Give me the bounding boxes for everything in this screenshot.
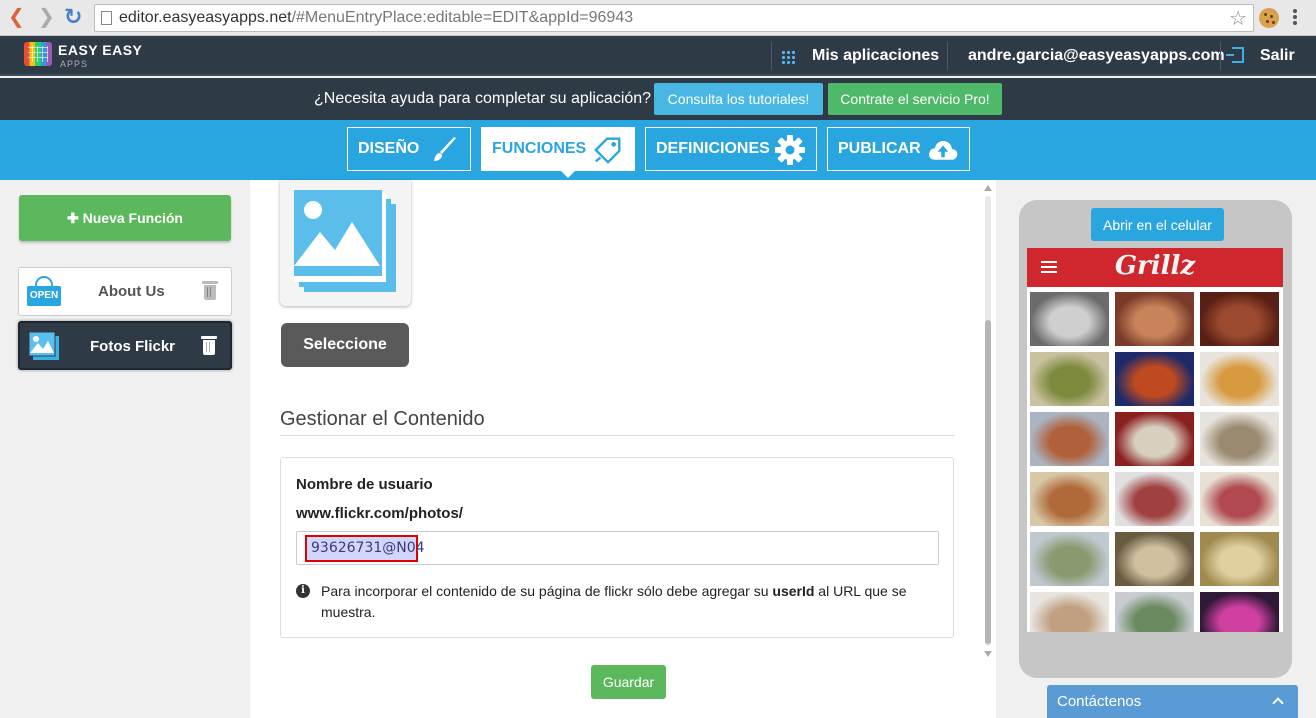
image-placeholder-icon [294,190,396,292]
page-icon [101,11,112,25]
preview-photo-thumbnail [1030,412,1109,466]
app-header: EASY EASY APPS Mis aplicaciones andre.ga… [0,36,1316,76]
scroll-down-arrow-icon[interactable] [984,651,992,657]
content-editor: Seleccione Gestionar el Contenido Nombre… [250,180,996,718]
preview-photo-thumbnail [1115,352,1194,406]
section-title: Gestionar el Contenido [280,408,485,430]
function-item-about-us[interactable]: OPEN About Us [18,267,232,316]
bookmark-star-icon[interactable]: ☆ [1229,6,1247,31]
browser-toolbar: ❮ ❯ ↻ editor.easyeasyapps.net/#MenuEntry… [0,0,1316,36]
header-divider [947,42,948,70]
user-email[interactable]: andre.garcia@easyeasyapps.com [968,47,1225,65]
username-label: Nombre de usuario [296,476,433,493]
preview-photo-thumbnail [1115,592,1194,632]
apps-grid-icon [781,50,795,64]
gear-icon [774,134,806,166]
tab-funciones[interactable]: FUNCIONES [481,127,635,178]
address-bar[interactable]: editor.easyeasyapps.net/#MenuEntryPlace:… [94,4,1254,32]
photo-icon [28,331,60,361]
trash-icon[interactable] [201,336,217,356]
function-image-preview[interactable] [280,180,411,306]
section-divider [280,435,955,436]
preview-photo-thumbnail [1030,592,1109,632]
reload-icon[interactable]: ↻ [64,6,82,28]
cloud-upload-icon [927,134,959,166]
preview-app-bar: Grillz [1027,248,1283,287]
function-label: Fotos Flickr [90,338,176,355]
preview-photo-thumbnail [1115,292,1194,346]
preview-photo-thumbnail [1115,412,1194,466]
save-button[interactable]: Guardar [591,665,666,699]
browser-menu-icon[interactable] [1293,9,1297,13]
pro-service-button[interactable]: Contrate el servicio Pro! [828,83,1002,115]
content-scrollbar[interactable] [981,182,995,660]
phone-preview: Abrir en el celular Grillz [1019,200,1292,678]
preview-photo-thumbnail [1200,412,1279,466]
flickr-username-input[interactable] [296,531,939,565]
preview-photo-thumbnail [1200,472,1279,526]
chevron-up-icon[interactable] [1272,697,1284,709]
help-question: ¿Necesita ayuda para completar su aplica… [314,90,652,107]
logout-icon[interactable] [1226,47,1244,63]
flickr-settings-panel: Nombre de usuario www.flickr.com/photos/… [280,457,954,638]
tab-diseno[interactable]: DISEÑO [347,127,471,171]
function-sidebar: ✚ Nueva Función OPEN About Us Fotos Flic… [0,180,250,718]
preview-photo-thumbnail [1115,532,1194,586]
preview-photo-thumbnail [1115,472,1194,526]
phone-screen: Grillz [1027,248,1283,632]
preview-photo-thumbnail [1200,532,1279,586]
open-sign-icon: OPEN [27,276,61,306]
tab-label: FUNCIONES [492,140,587,157]
header-divider [771,42,772,70]
my-apps-link[interactable]: Mis aplicaciones [812,47,939,65]
url-text: editor.easyeasyapps.net/#MenuEntryPlace:… [119,9,634,26]
back-arrow-icon[interactable]: ❮ [8,6,25,28]
select-image-button[interactable]: Seleccione [281,323,409,367]
logo-text: EASY EASY [58,42,143,58]
new-function-label: Nueva Función [82,209,183,226]
tab-label: DISEÑO [358,140,420,157]
preview-pane: Abrir en el celular Grillz [996,180,1316,718]
function-label: About Us [98,283,165,300]
tab-label: DEFINICIONES [656,140,770,157]
tutorials-button[interactable]: Consulta los tutoriales! [654,83,823,115]
new-function-button[interactable]: ✚ Nueva Función [19,195,231,241]
logo-icon [24,42,52,66]
paintbrush-icon [428,134,460,166]
preview-photo-thumbnail [1030,352,1109,406]
scroll-up-arrow-icon[interactable] [984,185,992,191]
preview-photo-thumbnail [1200,292,1279,346]
tab-definiciones[interactable]: DEFINICIONES [645,127,817,171]
preview-photo-thumbnail [1030,292,1109,346]
info-icon: i [296,584,310,598]
tags-icon [592,134,624,166]
logo-subtext: APPS [60,59,89,69]
forward-arrow-icon[interactable]: ❯ [38,6,55,28]
preview-app-title: Grillz [1114,251,1196,281]
preview-photo-thumbnail [1030,532,1109,586]
main-tabs: DISEÑO FUNCIONES DEFINICIONES PUBLICAR [0,120,1316,180]
logout-link[interactable]: Salir [1260,47,1295,65]
info-text: Para incorporar el contenido de su págin… [321,583,907,620]
cookie-extension-icon[interactable] [1259,8,1279,28]
preview-photo-thumbnail [1200,352,1279,406]
function-item-fotos-flickr[interactable]: Fotos Flickr [18,321,232,370]
trash-icon[interactable] [202,281,218,301]
help-bar: ¿Necesita ayuda para completar su aplica… [0,78,1316,120]
header-divider [1220,42,1221,70]
tab-label: PUBLICAR [838,140,921,157]
preview-photo-thumbnail [1200,592,1279,632]
flickr-url-prefix: www.flickr.com/photos/ [296,505,463,522]
open-on-phone-button[interactable]: Abrir en el celular [1091,208,1224,241]
plus-icon: ✚ [67,209,83,226]
scroll-thumb[interactable] [985,320,991,644]
contact-label: Contáctenos [1057,693,1142,710]
contact-bar[interactable]: Contáctenos [1047,685,1298,718]
tab-publicar[interactable]: PUBLICAR [827,127,970,171]
preview-photo-thumbnail [1030,472,1109,526]
